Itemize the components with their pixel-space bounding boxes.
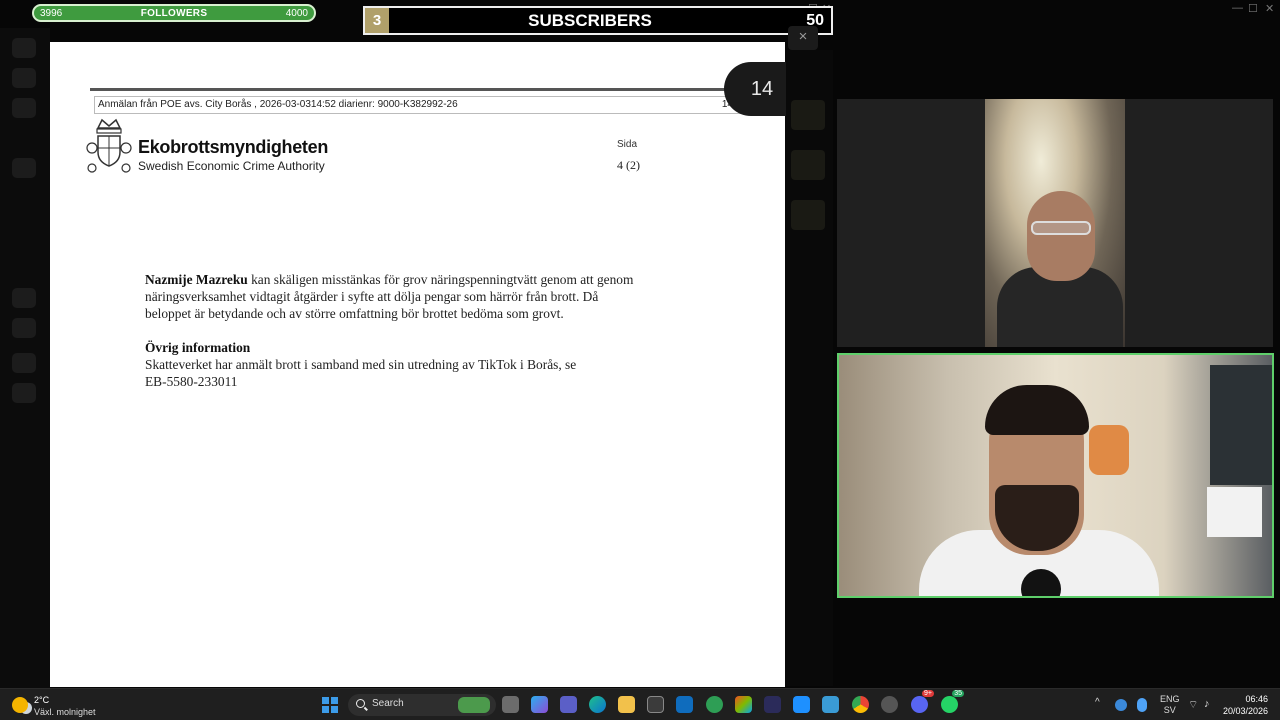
taskbar-search[interactable]: Search [348,694,496,716]
followers-label: FOLLOWERS [140,8,208,19]
paragraph1-line3: beloppet är betydande och av större omfa… [145,306,564,321]
store-icon[interactable] [647,696,664,713]
tray-chevron-icon[interactable]: ^ [1095,697,1100,708]
obs-icon[interactable] [881,696,898,713]
organization-name-english: Swedish Economic Crime Authority [138,159,325,173]
onedrive-icon[interactable] [1115,699,1127,711]
page-label: Sida [617,139,638,150]
streamer-webcam [837,353,1274,598]
wifi-icon[interactable]: ⌔ [1188,698,1198,712]
security-icon[interactable] [706,696,723,713]
subscribers-label: SUBSCRIBERS [528,11,652,30]
window-close-icon[interactable]: ✕ [1265,2,1274,15]
teams-icon[interactable] [560,696,577,713]
office-icon[interactable] [735,696,752,713]
task-view-icon[interactable] [502,696,519,713]
document-header-line: Anmälan från POE avs. City Borås , 2026-… [94,96,784,114]
photos-icon[interactable] [793,696,810,713]
viewer-close-button[interactable]: × [788,26,818,50]
section-heading: Övrig information [145,340,251,355]
language-indicator[interactable]: ENG SV [1160,694,1180,716]
subscribers-goal-bar: 3 SUBSCRIBERS 50 [363,6,833,35]
chrome-icon[interactable] [852,696,869,713]
paragraph2-line1: Skatteverket har anmält brott i samband … [145,357,577,372]
taskbar: 2°C Växl. molnighet Search 9+ 35 ^ ENG S… [0,688,1280,720]
app-hexagon-icon[interactable] [764,696,781,713]
microphone-icon[interactable] [1137,698,1147,712]
paragraph1-line2: näringsverksamhet vidtagit åtgärder i sy… [145,289,599,304]
clock-date: 20/03/2026 [1222,706,1268,716]
subscribers-count: 3 [365,8,389,33]
followers-max: 4000 [285,8,308,19]
window-minimize-icon[interactable]: — [1232,2,1243,14]
search-placeholder: Search [372,698,404,709]
weather-temp: 2°C [34,695,50,705]
taskbar-clock[interactable]: 06:46 20/03/2026 [1223,693,1268,717]
page-number-badge: 14 [724,62,786,116]
guest-webcam [837,99,1273,347]
weather-icon [12,697,28,713]
guest-video [985,99,1125,347]
paragraph2-line2: EB-5580-233011 [145,374,238,389]
whatsapp-badge: 35 [952,690,964,697]
crown-crest-icon [86,118,132,173]
discord-icon[interactable]: 9+ [911,690,934,713]
windows-start-icon[interactable] [322,697,338,713]
background-app-sidebar [0,28,50,688]
paragraph-suspicion: Nazmije Mazreku kan skäligen misstänkas … [145,271,633,322]
paragraph-other-info: Övrig information Skatteverket har anmäl… [145,339,576,390]
whatsapp-icon[interactable]: 35 [941,690,964,713]
document-page[interactable]: Anmälan från POE avs. City Borås , 2026-… [50,42,785,687]
window-maximize-icon[interactable]: ☐ [1248,2,1258,15]
stream-layout: — ☐ ✕ — ☐ ✕ 3996 FOLLOWERS 4000 3 SUBSCR… [0,0,1280,720]
paragraph1-line1: kan skäligen misstänkas för grov närings… [247,272,634,287]
discord-badge: 9+ [922,690,934,697]
copilot-icon[interactable] [531,696,548,713]
file-explorer-icon[interactable] [618,696,635,713]
lang-top: ENG [1160,694,1180,704]
search-icon [356,699,365,708]
snipping-icon[interactable] [822,696,839,713]
suspect-name: Nazmije Mazreku [145,272,248,287]
clock-time: 06:46 [1245,694,1268,704]
background-app-panel [785,50,833,686]
page-value: 4 (2) [617,158,640,172]
outlook-icon[interactable] [676,696,693,713]
header-text: Anmälan från POE avs. City Borås , 2026-… [98,99,458,110]
edge-icon[interactable] [589,696,606,713]
header-rule [90,88,780,91]
search-highlight-icon [458,697,490,713]
weather-desc: Växl. molnighet [34,707,96,717]
organization-name: Ekobrottsmyndigheten [138,137,329,157]
lang-bottom: SV [1163,705,1176,715]
followers-goal-bar: 3996 FOLLOWERS 4000 [32,4,316,22]
volume-icon[interactable]: ♪ [1204,698,1210,710]
